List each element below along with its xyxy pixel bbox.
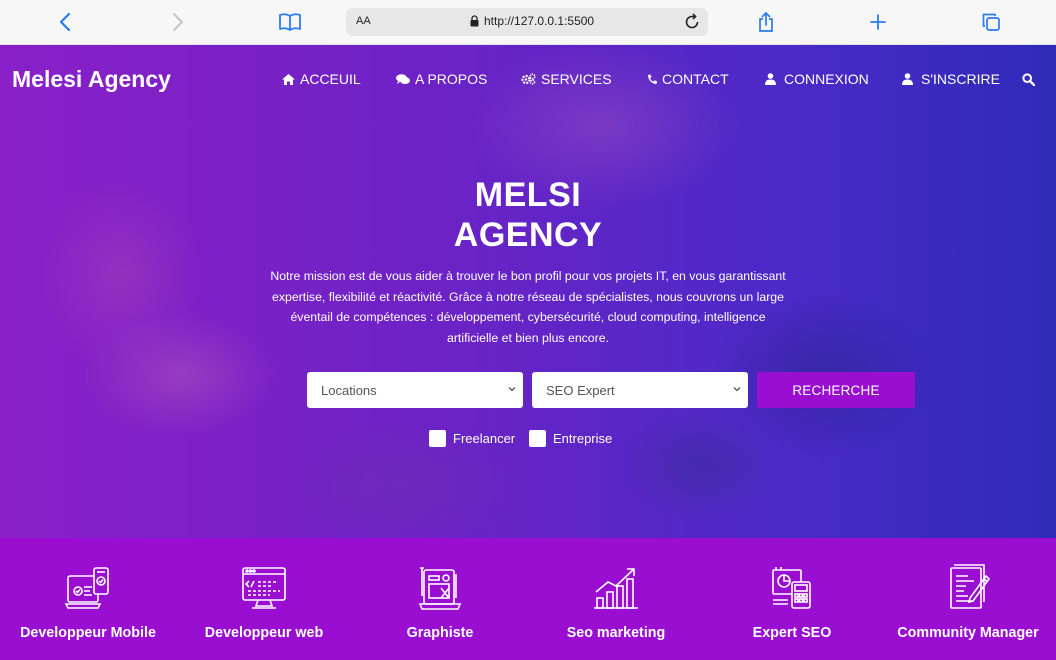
entreprise-label: Entreprise [553,431,613,446]
address-bar[interactable]: AA http://127.0.0.1:5500 [346,8,708,36]
tabs-icon[interactable] [976,8,1006,36]
user-icon [765,73,776,85]
nav-label: CONTACT [662,71,729,87]
nav-item-sinscrire[interactable]: S'INSCRIRE [902,71,1000,87]
back-icon[interactable] [50,8,80,36]
nav-label: S'INSCRIRE [921,71,1000,87]
nav-item-accueil[interactable]: ACCEUIL [282,71,361,87]
cogs-icon [521,73,536,85]
main-navbar: Melesi Agency ACCEUIL A PROPOS SERVICES … [0,45,1056,113]
hero-title: MELSI AGENCY [378,175,678,255]
freelancer-checkbox[interactable] [429,430,446,447]
freelancer-label: Freelancer [453,431,516,446]
nav-item-connexion[interactable]: CONNEXION [765,71,869,87]
graphic-design-icon [418,567,462,610]
search-button[interactable]: RECHERCHE [757,372,915,408]
nav-item-contact[interactable]: CONTACT [647,71,729,87]
entreprise-checkbox[interactable] [529,430,546,447]
category-seo-marketing[interactable]: Seo marketing [528,538,704,660]
freelancer-checkbox-row[interactable]: Freelancer [429,430,515,447]
search-icon[interactable] [1022,73,1036,91]
category-developpeur-mobile[interactable]: Developpeur Mobile [0,538,176,660]
growth-chart-icon [594,568,638,609]
nav-label: SERVICES [541,71,612,87]
user-icon [902,73,913,85]
nav-label: CONNEXION [784,71,869,87]
brand-logo[interactable]: Melesi Agency [12,66,171,93]
category-label: Developpeur web [204,625,324,641]
comments-icon [396,73,410,84]
bookmarks-icon[interactable] [275,8,305,36]
category-label: Community Manager [897,625,1039,641]
location-select[interactable]: Locations [307,372,523,408]
category-label: Developpeur Mobile [20,625,156,641]
profile-select-value: SEO Expert [546,382,615,398]
nav-label: A PROPOS [415,71,488,87]
phone-icon [648,74,657,84]
content-writing-icon [950,564,991,609]
category-graphiste[interactable]: Graphiste [352,538,528,660]
profile-select[interactable]: SEO Expert [532,372,748,408]
categories-section: Developpeur Mobile Developpeur web Graph… [0,538,1056,660]
url-text: http://127.0.0.1:5500 [484,14,595,28]
forward-icon[interactable] [163,8,193,36]
web-dev-icon [242,567,286,609]
category-developpeur-web[interactable]: Developpeur web [176,538,352,660]
nav-item-services[interactable]: SERVICES [521,71,612,87]
hero-section: Melesi Agency ACCEUIL A PROPOS SERVICES … [0,45,1056,538]
lock-icon [470,15,479,27]
mobile-dev-icon [64,567,109,609]
nav-label: ACCEUIL [300,71,361,87]
category-label: Graphiste [406,625,474,641]
new-tab-icon[interactable] [863,8,893,36]
hero-description: Notre mission est de vous aider à trouve… [270,269,786,345]
nav-item-a-propos[interactable]: A PROPOS [396,71,487,87]
text-size-button[interactable]: AA [356,15,371,27]
category-label: Expert SEO [752,625,832,641]
share-icon[interactable] [751,8,781,36]
location-select-value: Locations [321,382,377,398]
category-expert-seo[interactable]: Expert SEO [704,538,880,660]
category-label: Seo marketing [566,625,666,641]
reload-icon[interactable] [684,13,700,36]
home-icon [282,73,295,85]
url-display[interactable]: http://127.0.0.1:5500 [470,14,594,28]
hero-title-line1: MELSI [474,176,582,214]
seo-analytics-icon [772,567,811,609]
entreprise-checkbox-row[interactable]: Entreprise [529,430,612,447]
hero-title-line2: AGENCY [453,216,603,254]
browser-toolbar: AA http://127.0.0.1:5500 [0,0,1056,45]
chevron-down-icon [508,387,516,392]
category-community-manager[interactable]: Community Manager [880,538,1056,660]
chevron-down-icon [733,387,741,392]
